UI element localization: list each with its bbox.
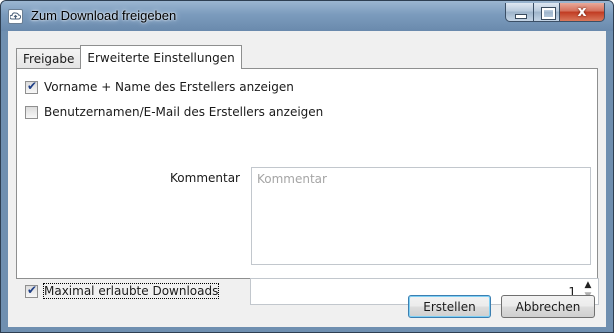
title-bar[interactable]: Zum Download freigeben x bbox=[1, 1, 613, 31]
dialog-window: Zum Download freigeben x Freigabe Erweit… bbox=[0, 0, 614, 333]
show-username-label[interactable]: Benutzernamen/E-Mail des Erstellers anze… bbox=[44, 105, 323, 119]
show-username-checkbox[interactable] bbox=[25, 105, 38, 119]
tab-strip: Freigabe Erweiterte Einstellungen bbox=[16, 45, 242, 69]
show-name-label[interactable]: Vorname + Name des Erstellers anzeigen bbox=[44, 80, 294, 94]
caption-buttons: x bbox=[505, 3, 605, 23]
comment-textarea[interactable] bbox=[251, 167, 591, 265]
spin-up-icon[interactable]: ▲ bbox=[582, 280, 594, 291]
close-button[interactable]: x bbox=[559, 3, 605, 22]
tab-freigabe[interactable]: Freigabe bbox=[16, 48, 82, 69]
show-username-option[interactable]: Benutzernamen/E-Mail des Erstellers anze… bbox=[25, 105, 323, 119]
cancel-button[interactable]: Abbrechen bbox=[501, 295, 595, 318]
max-downloads-checkbox[interactable] bbox=[25, 283, 38, 298]
tab-panel-advanced-settings: Vorname + Name des Erstellers anzeigen B… bbox=[16, 68, 599, 305]
minimize-button[interactable] bbox=[505, 3, 533, 22]
comment-label: Kommentar bbox=[170, 171, 240, 185]
show-name-checkbox[interactable] bbox=[25, 79, 38, 94]
window-title: Zum Download freigeben bbox=[31, 8, 177, 23]
dialog-client-area: Freigabe Erweiterte Einstellungen Vornam… bbox=[8, 31, 606, 327]
close-icon: x bbox=[577, 4, 587, 20]
max-downloads-option[interactable]: Maximal erlaubte Downloads bbox=[25, 283, 220, 299]
max-downloads-label[interactable]: Maximal erlaubte Downloads bbox=[42, 283, 220, 299]
tab-erweiterte-einstellungen[interactable]: Erweiterte Einstellungen bbox=[80, 45, 242, 69]
show-name-option[interactable]: Vorname + Name des Erstellers anzeigen bbox=[25, 79, 294, 94]
cloud-share-icon bbox=[8, 9, 23, 24]
maximize-button[interactable] bbox=[533, 3, 559, 22]
create-button[interactable]: Erstellen bbox=[408, 295, 491, 318]
